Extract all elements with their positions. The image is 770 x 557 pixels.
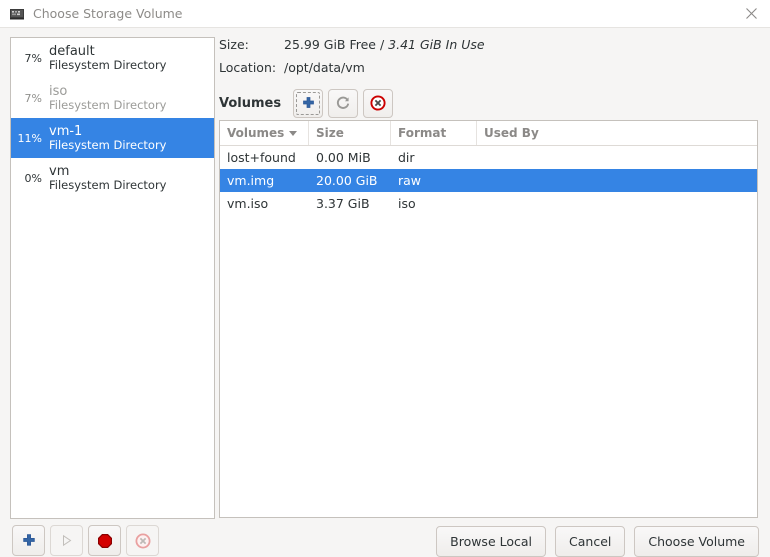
delete-icon	[370, 95, 386, 111]
size-label: Size:	[219, 37, 284, 52]
storage-pool-list[interactable]: 7% default Filesystem Directory 7% iso F…	[10, 37, 215, 519]
column-header-label: Format	[398, 126, 446, 140]
refresh-icon	[335, 95, 351, 111]
column-header-size[interactable]: Size	[309, 121, 391, 145]
table-header-row: Volumes Size Format Used By	[220, 121, 757, 146]
delete-icon	[135, 533, 151, 549]
cell-volume-format: raw	[391, 173, 477, 188]
cell-volume-format: dir	[391, 150, 477, 165]
pool-list-item[interactable]: 0% vm Filesystem Directory	[11, 158, 214, 198]
pool-usage-percent: 11%	[15, 132, 49, 145]
window-title: Choose Storage Volume	[33, 6, 740, 21]
dialog-action-bar: Browse Local Cancel Choose Volume	[427, 526, 759, 557]
browse-local-button[interactable]: Browse Local	[436, 526, 546, 557]
choose-volume-button[interactable]: Choose Volume	[634, 526, 759, 557]
refresh-volumes-button[interactable]	[328, 89, 358, 118]
cancel-button[interactable]: Cancel	[555, 526, 625, 557]
dialog-content: 7% default Filesystem Directory 7% iso F…	[0, 29, 770, 544]
location-row: Location: /opt/data/vm	[219, 60, 760, 80]
column-header-label: Volumes	[227, 126, 284, 140]
table-row[interactable]: lost+found 0.00 MiB dir	[220, 146, 757, 169]
add-volume-button[interactable]	[293, 89, 323, 118]
size-row: Size: 25.99 GiB Free / 3.41 GiB In Use	[219, 37, 760, 57]
column-header-used-by[interactable]: Used By	[477, 121, 757, 145]
delete-pool-button[interactable]	[126, 525, 159, 556]
close-icon[interactable]	[740, 3, 762, 25]
pool-name: vm-1	[49, 124, 212, 139]
column-header-volumes[interactable]: Volumes	[220, 121, 309, 145]
size-free-text: 25.99 GiB Free /	[284, 37, 388, 52]
location-value: /opt/data/vm	[284, 60, 365, 75]
pool-type: Filesystem Directory	[49, 99, 212, 113]
pool-name: default	[49, 44, 212, 59]
pool-type: Filesystem Directory	[49, 59, 212, 73]
cell-volume-name: vm.iso	[220, 196, 309, 211]
pool-usage-percent: 0%	[15, 172, 49, 185]
delete-volume-button[interactable]	[363, 89, 393, 118]
table-row-selected[interactable]: vm.img 20.00 GiB raw	[220, 169, 757, 192]
table-row[interactable]: vm.iso 3.37 GiB iso	[220, 192, 757, 215]
add-pool-button[interactable]	[12, 525, 45, 556]
column-header-format[interactable]: Format	[391, 121, 477, 145]
pool-name: vm	[49, 164, 212, 179]
play-icon	[59, 533, 74, 548]
volumes-table[interactable]: Volumes Size Format Used By lost+found 0…	[219, 120, 758, 518]
pool-list-item[interactable]: 7% default Filesystem Directory	[11, 38, 214, 78]
cell-volume-size: 3.37 GiB	[309, 196, 391, 211]
column-header-label: Used By	[484, 126, 539, 140]
cell-volume-size: 20.00 GiB	[309, 173, 391, 188]
size-value: 25.99 GiB Free / 3.41 GiB In Use	[284, 37, 485, 52]
sort-descending-icon	[289, 131, 297, 136]
plus-icon	[21, 533, 37, 549]
cell-volume-format: iso	[391, 196, 477, 211]
pool-usage-percent: 7%	[15, 92, 49, 105]
pool-name: iso	[49, 84, 212, 99]
vm-icon	[9, 6, 25, 22]
cell-volume-name: vm.img	[220, 173, 309, 188]
cell-volume-size: 0.00 MiB	[309, 150, 391, 165]
plus-icon	[301, 96, 316, 111]
pool-actions-toolbar	[12, 525, 164, 556]
pool-type: Filesystem Directory	[49, 139, 212, 153]
start-pool-button[interactable]	[50, 525, 83, 556]
volumes-label: Volumes	[219, 96, 281, 111]
pool-usage-percent: 7%	[15, 52, 49, 65]
stop-pool-button[interactable]	[88, 525, 121, 556]
pool-detail-panel: Size: 25.99 GiB Free / 3.41 GiB In Use L…	[219, 37, 760, 519]
column-header-label: Size	[316, 126, 344, 140]
location-label: Location:	[219, 60, 284, 75]
pool-list-item-selected[interactable]: 11% vm-1 Filesystem Directory	[11, 118, 214, 158]
size-in-use-text: 3.41 GiB In Use	[388, 37, 484, 52]
cell-volume-name: lost+found	[220, 150, 309, 165]
title-bar: Choose Storage Volume	[0, 0, 770, 28]
stop-icon	[97, 533, 113, 549]
pool-list-item[interactable]: 7% iso Filesystem Directory	[11, 78, 214, 118]
volumes-toolbar: Volumes	[219, 88, 760, 118]
pool-type: Filesystem Directory	[49, 179, 212, 193]
